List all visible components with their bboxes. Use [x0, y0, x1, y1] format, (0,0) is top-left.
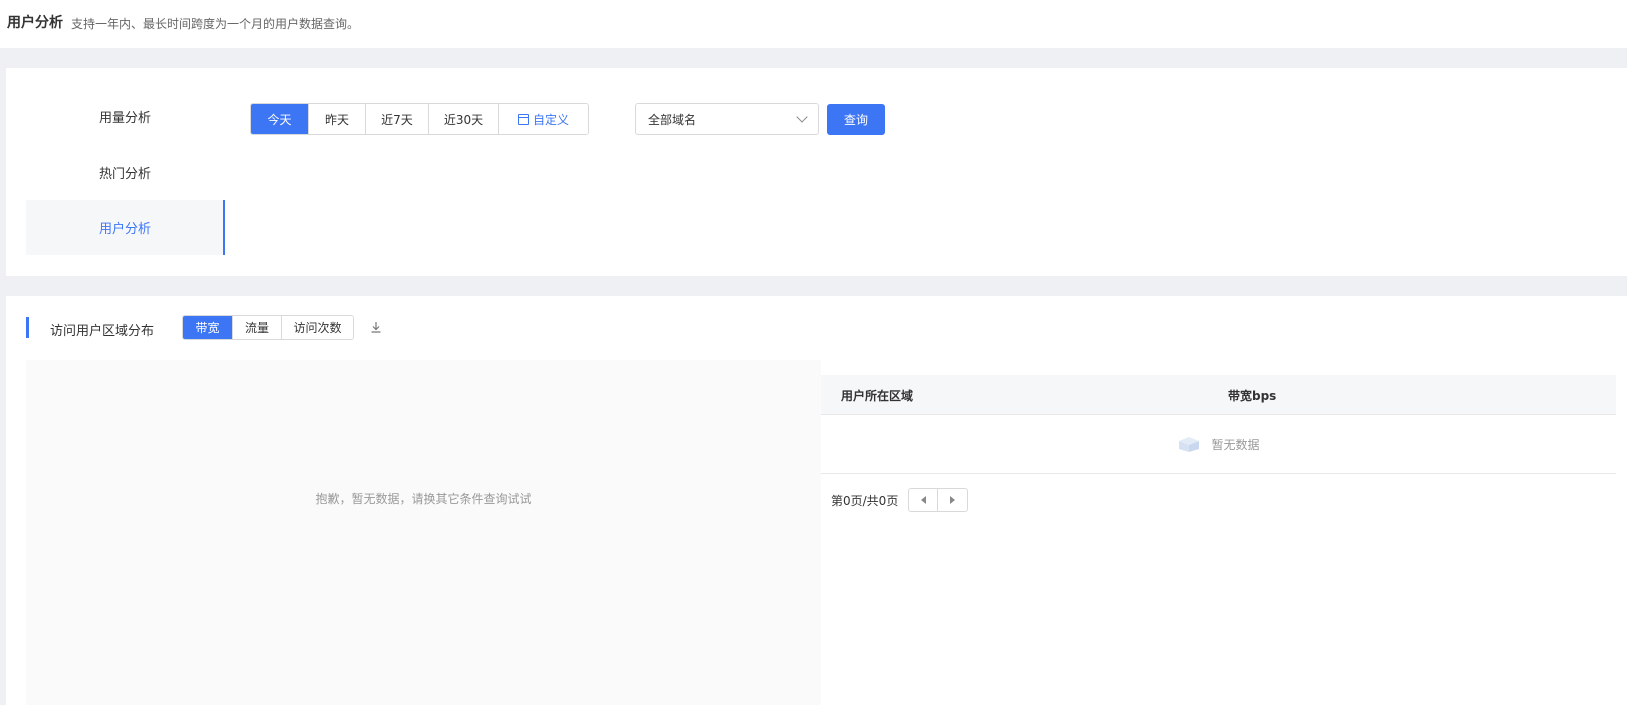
region-map: 抱歉，暂无数据，请换其它条件查询试试 [26, 360, 821, 705]
map-empty-message: 抱歉，暂无数据，请换其它条件查询试试 [315, 492, 532, 506]
empty-box-icon [1179, 437, 1200, 452]
nav-item-label: 用量分析 [99, 111, 152, 126]
page-root: 用户分析 支持一年内、最长时间跨度为一个月的用户数据查询。 用量分析 热门分析 … [0, 0, 1627, 705]
chevron-down-icon [796, 111, 808, 123]
metric-tabs: 带宽 流量 访问次数 [182, 315, 354, 340]
metric-tab-traffic[interactable]: 流量 [233, 316, 282, 339]
nav-item-user-analysis[interactable]: 用户分析 [26, 200, 225, 255]
table-header: 用户所在区域 带宽bps [821, 375, 1616, 415]
custom-date-label: 自定义 [532, 112, 569, 127]
table-empty-text: 暂无数据 [1211, 437, 1260, 452]
section-title: 访问用户区域分布 [50, 324, 155, 339]
metric-tab-bandwidth[interactable]: 带宽 [183, 316, 233, 339]
nav-item-usage-analysis[interactable]: 用量分析 [26, 89, 225, 144]
date-option-custom[interactable]: 自定义 [499, 104, 588, 134]
column-header-region: 用户所在区域 [841, 389, 914, 403]
next-page-button[interactable] [938, 488, 969, 512]
domain-select-value: 全部域名 [648, 112, 697, 127]
calendar-icon [517, 113, 529, 125]
pagination-text: 第0页/共0页 [831, 493, 899, 508]
filter-panel: 用量分析 热门分析 用户分析 今天 昨天 近7天 近30天 自定义 全部域名 查… [6, 68, 1627, 276]
date-option-today[interactable]: 今天 [251, 104, 309, 134]
page-header: 用户分析 支持一年内、最长时间跨度为一个月的用户数据查询。 [0, 0, 1627, 48]
date-option-30days[interactable]: 近30天 [429, 104, 499, 134]
date-option-7days[interactable]: 近7天 [366, 104, 429, 134]
date-option-yesterday[interactable]: 昨天 [309, 104, 366, 134]
region-table: 用户所在区域 带宽bps 暂无数据 [821, 375, 1616, 474]
region-distribution-panel: 访问用户区域分布 带宽 流量 访问次数 抱歉，暂无数据，请换其它条件查询试试 用… [6, 296, 1627, 705]
table-empty-row: 暂无数据 [821, 415, 1616, 474]
column-header-bandwidth: 带宽bps [1228, 389, 1277, 403]
page-description: 支持一年内、最长时间跨度为一个月的用户数据查询。 [71, 17, 360, 31]
prev-page-button[interactable] [908, 488, 939, 512]
section-accent-bar [26, 317, 29, 338]
nav-item-label: 热门分析 [99, 167, 152, 182]
query-button[interactable]: 查询 [827, 104, 885, 135]
caret-right-icon [950, 496, 956, 504]
nav-item-label: 用户分析 [99, 222, 152, 237]
caret-left-icon [920, 496, 926, 504]
page-title: 用户分析 [7, 15, 63, 31]
date-range-selector: 今天 昨天 近7天 近30天 自定义 [250, 103, 589, 135]
pagination: 第0页/共0页 [831, 488, 969, 512]
nav-item-hot-analysis[interactable]: 热门分析 [26, 145, 225, 200]
domain-select[interactable]: 全部域名 [635, 103, 819, 135]
metric-tab-visits[interactable]: 访问次数 [282, 316, 353, 339]
download-icon[interactable] [369, 320, 383, 334]
